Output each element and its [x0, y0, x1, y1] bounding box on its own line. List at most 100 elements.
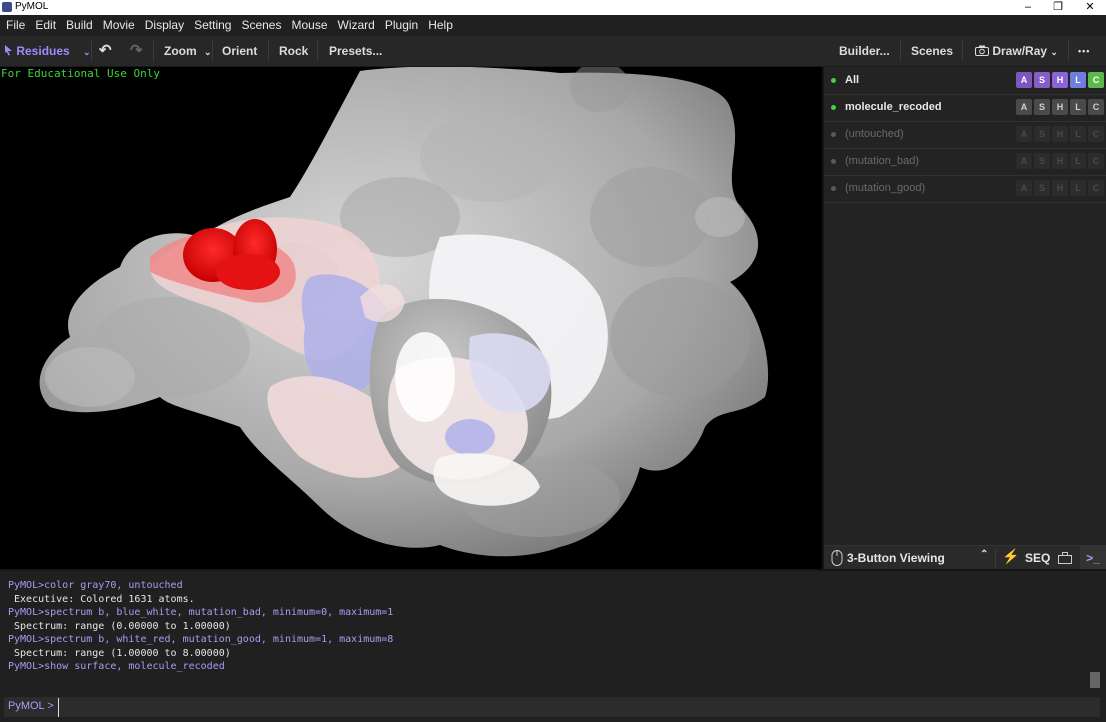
mouse-mode-label[interactable]: 3-Button Viewing [847, 551, 945, 565]
chevron-down-icon: ⌄ [1050, 47, 1058, 57]
action-button-h[interactable]: H [1052, 72, 1068, 88]
action-button-l[interactable]: L [1070, 99, 1086, 115]
object-name[interactable]: All [845, 74, 859, 86]
object-row[interactable]: All A S H L C [824, 67, 1106, 95]
action-button-l[interactable]: L [1070, 153, 1086, 169]
console-output-line: Executive: Colored 1631 atoms. [8, 593, 195, 605]
menu-wizard[interactable]: Wizard [333, 15, 380, 36]
object-name[interactable]: (untouched) [845, 128, 904, 140]
action-button-h[interactable]: H [1052, 126, 1068, 142]
console-command-line: PyMOL>spectrum b, blue_white, mutation_b… [8, 607, 394, 618]
action-button-h[interactable]: H [1052, 153, 1068, 169]
menu-edit[interactable]: Edit [30, 15, 61, 36]
scenes-button[interactable]: Scenes [911, 36, 953, 66]
console-scrollbar[interactable] [1090, 672, 1100, 688]
redo-button[interactable]: ↷ [130, 36, 143, 66]
console-output-line: Spectrum: range (0.00000 to 1.00000) [8, 620, 231, 632]
mouse-mode-bar: 3-Button Viewing ⌃ ⚡ SEQ >_ [824, 545, 1106, 570]
action-button-l[interactable]: L [1070, 126, 1086, 142]
console-command-line: PyMOL>spectrum b, white_red, mutation_go… [8, 634, 394, 645]
object-row[interactable]: molecule_recoded A S H L C [824, 94, 1106, 122]
enabled-indicator-icon[interactable] [831, 132, 836, 137]
action-button-c[interactable]: C [1088, 99, 1104, 115]
console-toggle-icon[interactable]: >_ [1080, 546, 1106, 570]
chevron-down-icon: ⌄ [83, 47, 91, 57]
command-input[interactable] [58, 698, 1094, 717]
command-line: PyMOL > [4, 697, 1100, 717]
console-command-line: PyMOL>show surface, molecule_recoded [8, 661, 225, 672]
selection-mode-dropdown[interactable]: Residues ⌄ [4, 36, 91, 66]
action-button-a[interactable]: A [1016, 126, 1032, 142]
menu-display[interactable]: Display [140, 15, 189, 36]
mouse-icon [831, 550, 843, 566]
action-button-s[interactable]: S [1034, 99, 1050, 115]
command-prompt: PyMOL > [8, 700, 54, 712]
chevron-down-icon: ⌄ [204, 47, 212, 57]
minimize-button[interactable]: – [1012, 0, 1044, 15]
camera-icon [975, 45, 989, 56]
console-command-line: PyMOL>color gray70, untouched [8, 580, 183, 591]
object-name[interactable]: (mutation_good) [845, 182, 925, 194]
menu-file[interactable]: File [0, 15, 30, 36]
object-name[interactable]: molecule_recoded [845, 101, 942, 113]
action-button-a[interactable]: A [1016, 153, 1032, 169]
draw-ray-button[interactable]: Draw/Ray ⌄ [975, 36, 1058, 66]
menu-help[interactable]: Help [423, 15, 458, 36]
pymol-logo-icon [2, 2, 12, 12]
console-output-line: Spectrum: range (1.00000 to 8.00000) [8, 647, 231, 659]
orient-button[interactable]: Orient [222, 36, 257, 66]
builder-button[interactable]: Builder... [839, 36, 890, 66]
enabled-indicator-icon[interactable] [831, 78, 836, 83]
action-button-a[interactable]: A [1016, 99, 1032, 115]
menu-plugin[interactable]: Plugin [380, 15, 423, 36]
action-button-c[interactable]: C [1088, 72, 1104, 88]
magic-wand-icon[interactable]: ⚡ [1002, 548, 1019, 565]
action-button-c[interactable]: C [1088, 126, 1104, 142]
draw-ray-label: Draw/Ray [992, 44, 1048, 58]
enabled-indicator-icon[interactable] [831, 186, 836, 191]
chevron-up-icon[interactable]: ⌃ [980, 549, 988, 560]
educational-watermark: For Educational Use Only [1, 67, 160, 80]
rock-button[interactable]: Rock [279, 36, 308, 66]
selection-mode-label: Residues [16, 44, 70, 58]
maximize-button[interactable]: ❐ [1042, 0, 1074, 15]
menu-scenes[interactable]: Scenes [236, 15, 286, 36]
action-button-h[interactable]: H [1052, 99, 1068, 115]
action-button-s[interactable]: S [1034, 126, 1050, 142]
console-panel: PyMOL>color gray70, untouched Executive:… [0, 569, 1106, 722]
object-row[interactable]: (mutation_good) A S H L C [824, 175, 1106, 203]
toolbar: Residues ⌄ ↶ ↷ Zoom ⌄ Orient Rock Preset… [0, 36, 1106, 67]
action-button-a[interactable]: A [1016, 72, 1032, 88]
zoom-label: Zoom [164, 44, 197, 58]
action-button-l[interactable]: L [1070, 72, 1086, 88]
enabled-indicator-icon[interactable] [831, 105, 836, 110]
object-list-panel: All A S H L Cmolecule_recoded A S H L C (untouched)… [824, 67, 1106, 545]
object-name[interactable]: (mutation_bad) [845, 155, 919, 167]
console-log: PyMOL>color gray70, untouched Executive:… [8, 579, 393, 674]
title-bar: PyMOL – ❐ ✕ [0, 0, 1106, 15]
action-button-h[interactable]: H [1052, 180, 1068, 196]
undo-button[interactable]: ↶ [99, 36, 112, 66]
action-button-c[interactable]: C [1088, 180, 1104, 196]
menu-bar: File Edit Build Movie Display Setting Scenes Mo… [0, 15, 1106, 36]
menu-build[interactable]: Build [61, 15, 98, 36]
action-button-a[interactable]: A [1016, 180, 1032, 196]
action-button-s[interactable]: S [1034, 180, 1050, 196]
toolbox-icon[interactable] [1058, 552, 1072, 564]
zoom-dropdown[interactable]: Zoom ⌄ [164, 36, 212, 66]
enabled-indicator-icon[interactable] [831, 159, 836, 164]
menu-mouse[interactable]: Mouse [286, 15, 332, 36]
action-button-s[interactable]: S [1034, 153, 1050, 169]
sequence-button[interactable]: SEQ [1025, 551, 1050, 565]
object-row[interactable]: (untouched) A S H L C [824, 121, 1106, 149]
more-options-button[interactable]: ••• [1078, 36, 1090, 66]
3d-viewport[interactable]: For Educational Use Only [0, 67, 822, 569]
presets-button[interactable]: Presets... [329, 36, 382, 66]
close-button[interactable]: ✕ [1074, 0, 1106, 15]
object-row[interactable]: (mutation_bad) A S H L C [824, 148, 1106, 176]
action-button-c[interactable]: C [1088, 153, 1104, 169]
menu-setting[interactable]: Setting [189, 15, 236, 36]
action-button-s[interactable]: S [1034, 72, 1050, 88]
menu-movie[interactable]: Movie [98, 15, 140, 36]
action-button-l[interactable]: L [1070, 180, 1086, 196]
